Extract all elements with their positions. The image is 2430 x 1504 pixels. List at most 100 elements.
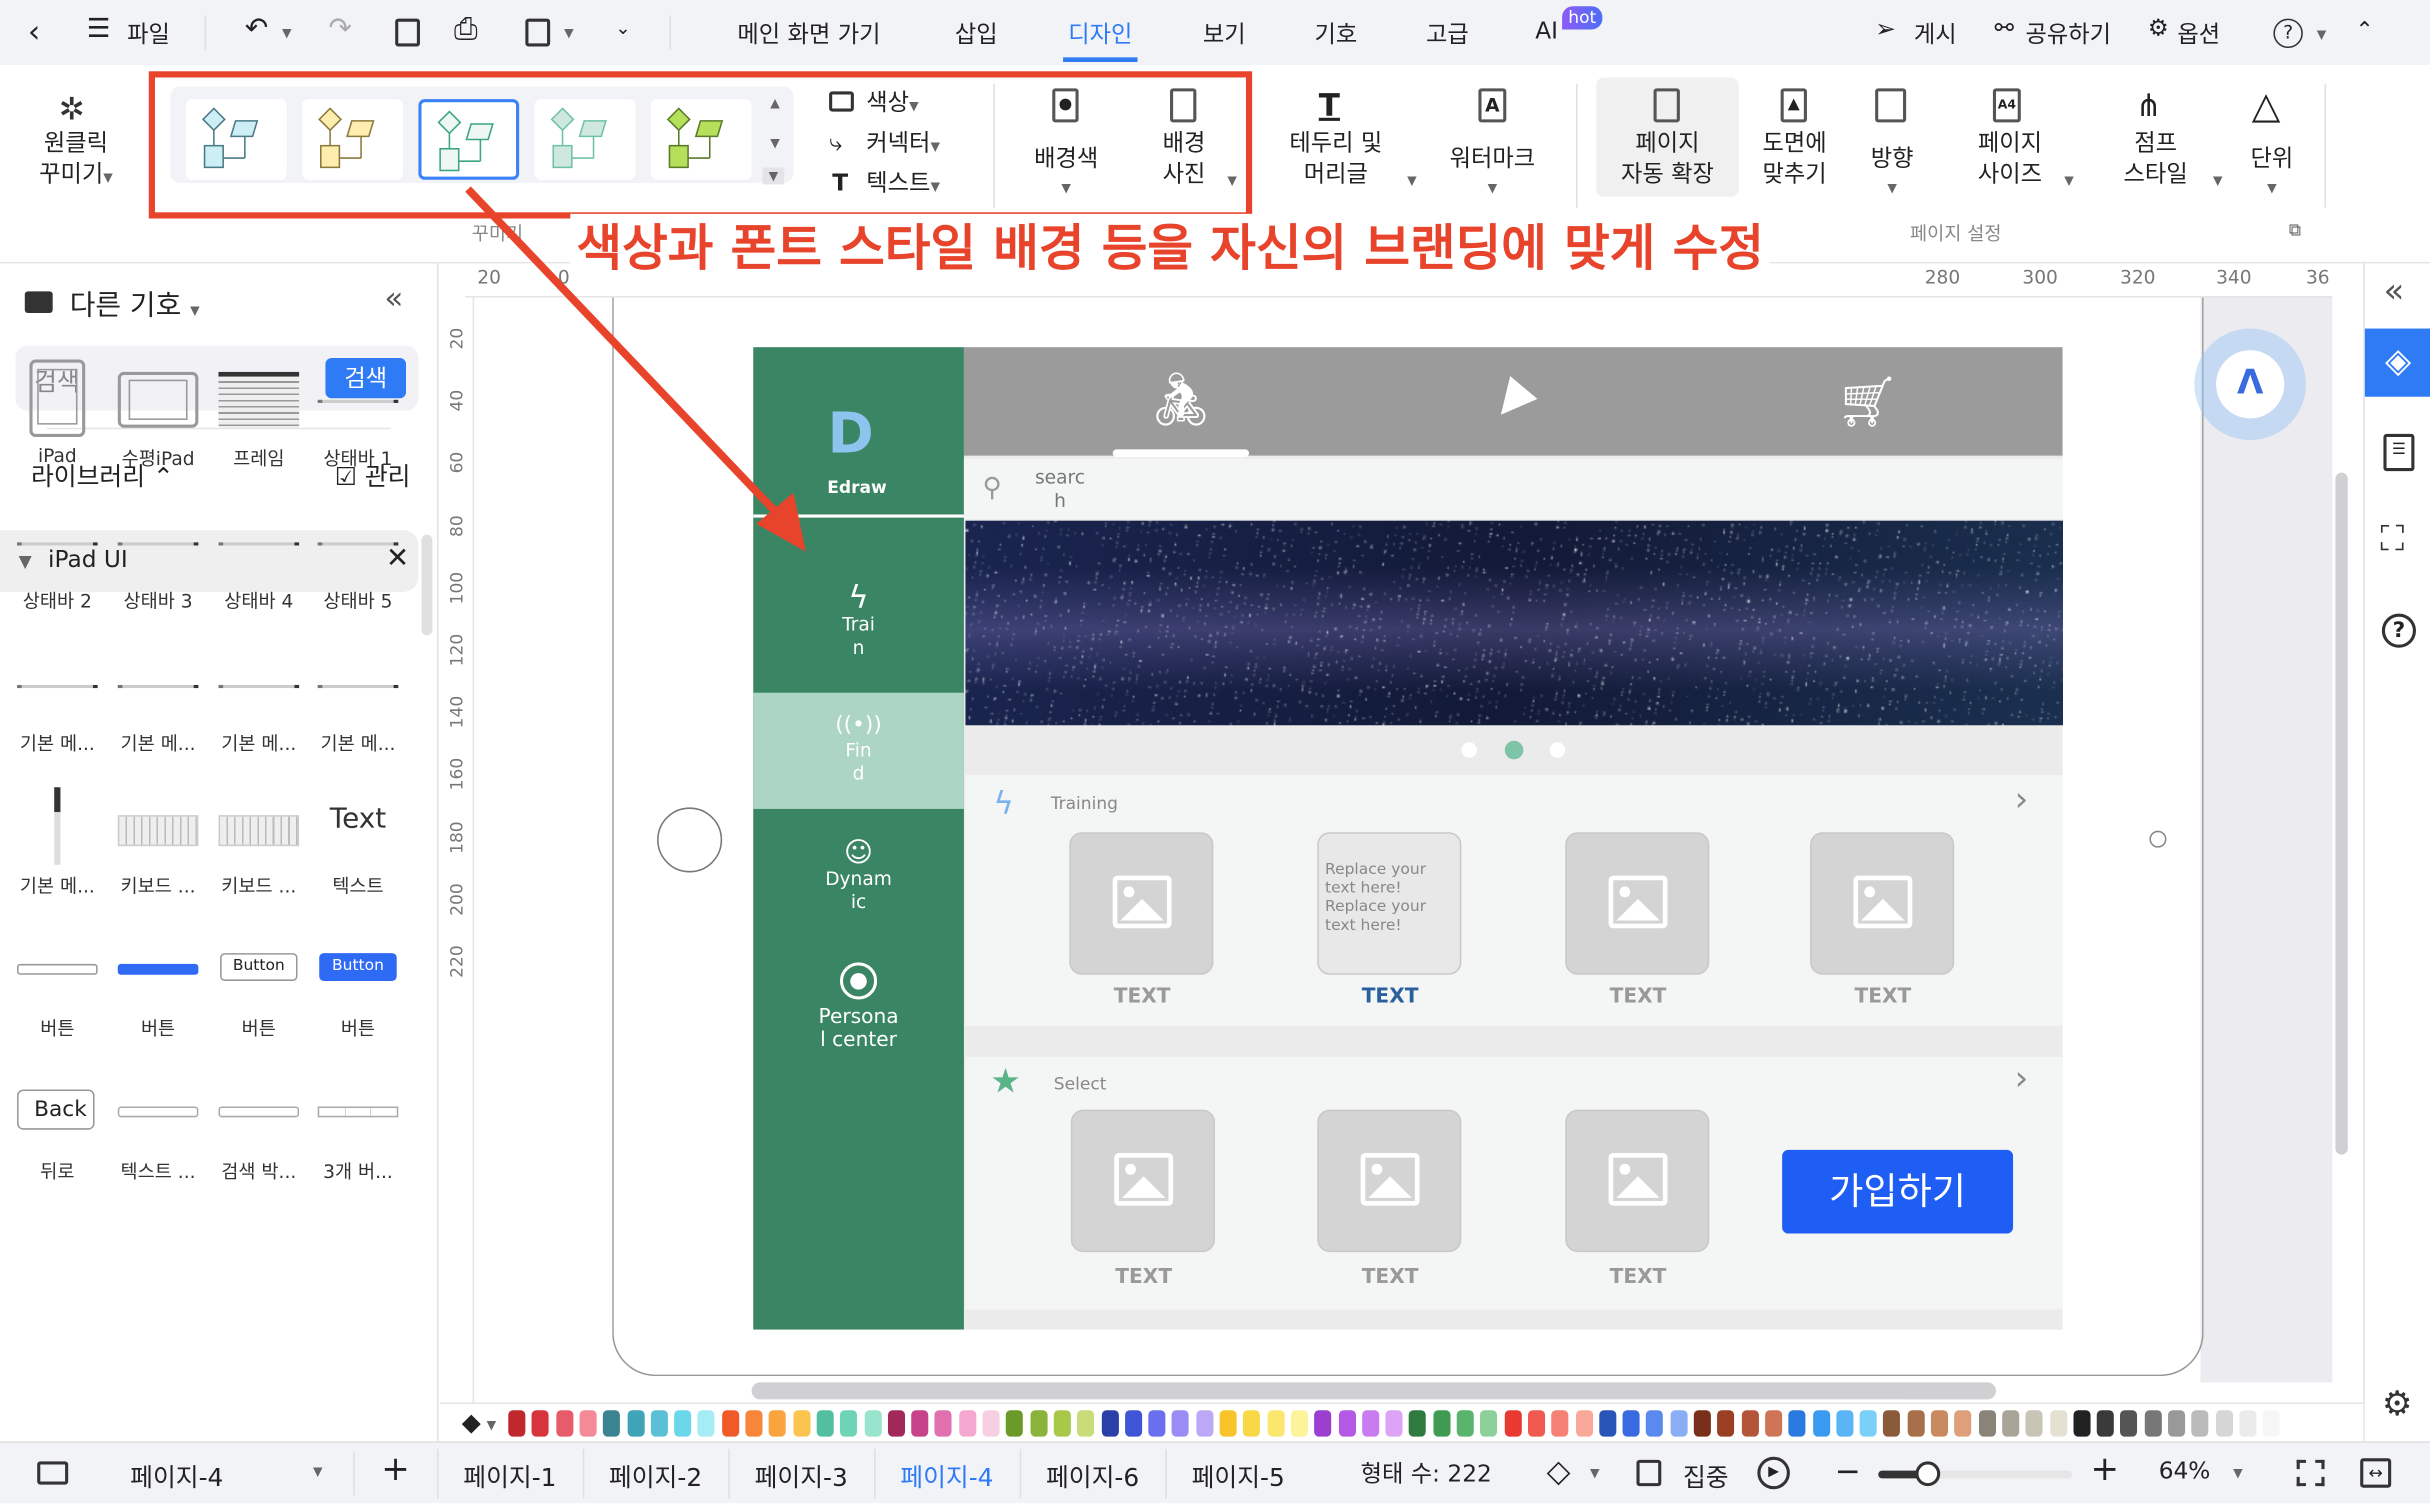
color-swatch[interactable] [1836,1410,1854,1437]
color-swatch[interactable] [697,1410,716,1437]
color-swatch[interactable] [2025,1410,2043,1437]
color-swatch[interactable] [2215,1410,2233,1437]
fit-page-icon[interactable] [2296,1459,2325,1487]
color-swatch[interactable] [1148,1410,1166,1437]
page-tab[interactable]: 페이지-1 [463,1457,556,1494]
color-swatch[interactable] [508,1410,526,1437]
color-swatch[interactable] [982,1410,1000,1437]
color-swatch[interactable] [1385,1410,1403,1437]
color-swatch[interactable] [1907,1410,1925,1437]
page-selector[interactable]: 페이지-4 [130,1457,223,1494]
color-swatch[interactable] [2191,1410,2209,1437]
fill-bucket-icon[interactable]: ◆ [462,1407,481,1436]
color-swatch[interactable] [935,1410,953,1437]
color-swatch[interactable] [1978,1410,1996,1437]
color-swatch[interactable] [2168,1410,2186,1437]
zoom-level[interactable]: 64% [2159,1457,2211,1485]
color-swatch[interactable] [887,1410,905,1437]
color-swatch[interactable] [1883,1410,1901,1437]
color-swatch[interactable] [1267,1410,1285,1437]
color-swatch[interactable] [1124,1410,1142,1437]
color-swatch[interactable] [1195,1410,1213,1437]
color-swatch[interactable] [2262,1410,2280,1437]
color-swatch[interactable] [1314,1410,1332,1437]
color-swatch[interactable] [555,1410,573,1437]
color-swatch[interactable] [1954,1410,1972,1437]
color-swatch[interactable] [745,1410,763,1437]
presentation-icon[interactable]: ⛶ [2380,521,2404,560]
color-swatch[interactable] [1859,1410,1877,1437]
color-swatch[interactable] [816,1410,834,1437]
color-swatch[interactable] [1029,1410,1047,1437]
color-swatch[interactable] [1646,1410,1664,1437]
color-swatch[interactable] [1053,1410,1071,1437]
zoom-slider-handle[interactable] [1915,1461,1941,1487]
color-swatch[interactable] [626,1410,644,1437]
zoom-out-icon[interactable]: − [1835,1452,1861,1489]
color-swatch[interactable] [1243,1410,1261,1437]
color-swatch[interactable] [721,1410,739,1437]
color-swatch[interactable] [2073,1410,2091,1437]
color-swatch[interactable] [1219,1410,1237,1437]
color-swatch[interactable] [1338,1410,1356,1437]
color-swatch[interactable] [674,1410,692,1437]
color-swatch[interactable] [2144,1410,2162,1437]
color-swatch[interactable] [1409,1410,1427,1437]
color-swatch[interactable] [1598,1410,1617,1437]
color-swatch[interactable] [1812,1410,1830,1437]
color-swatch[interactable] [911,1410,929,1437]
expand-panel-icon[interactable]: « [2383,273,2404,312]
color-swatch[interactable] [1504,1410,1522,1437]
color-swatch[interactable] [769,1410,787,1437]
play-icon[interactable]: ▶ [1757,1456,1790,1490]
fit-width-icon[interactable]: ↔ [2360,1458,2392,1488]
color-swatch[interactable] [1077,1410,1095,1437]
page-dropdown-icon[interactable]: ▼ [313,1464,323,1478]
color-swatch[interactable] [2096,1410,2114,1437]
color-swatch[interactable] [1764,1410,1782,1437]
color-swatch[interactable] [2239,1410,2257,1437]
color-swatch[interactable] [840,1410,858,1437]
focus-icon[interactable] [1636,1459,1662,1487]
layers-dropdown-icon[interactable]: ▼ [1590,1466,1600,1480]
color-swatch[interactable] [532,1410,550,1437]
color-swatch[interactable] [2002,1410,2020,1437]
page-list-icon[interactable]: ☰ [2383,433,2415,472]
color-swatch[interactable] [1551,1410,1569,1437]
color-swatch[interactable] [1788,1410,1806,1437]
fill-dropdown-icon[interactable]: ▼ [487,1418,497,1432]
color-swatch[interactable] [2120,1410,2138,1437]
color-swatch[interactable] [1456,1410,1474,1437]
color-swatch[interactable] [1172,1410,1190,1437]
color-swatch[interactable] [1006,1410,1024,1437]
color-swatch[interactable] [1693,1410,1711,1437]
color-swatch[interactable] [1527,1410,1545,1437]
focus-mode-button[interactable]: 집중 [1683,1457,1729,1494]
color-swatch[interactable] [1290,1410,1308,1437]
color-swatch[interactable] [863,1410,882,1437]
color-swatch[interactable] [1480,1410,1498,1437]
page-tab[interactable]: 페이지-5 [1192,1457,1285,1494]
color-swatch[interactable] [579,1410,597,1437]
color-swatch[interactable] [1575,1410,1593,1437]
layers-icon[interactable]: ◇ [1547,1452,1571,1489]
color-swatch[interactable] [1670,1410,1688,1437]
settings-icon[interactable]: ⚙ [2382,1385,2413,1424]
zoom-slider[interactable] [1878,1461,2072,1487]
zoom-in-icon[interactable]: + [2091,1451,2120,1490]
zoom-dropdown-icon[interactable]: ▼ [2233,1466,2243,1480]
help-icon[interactable]: ? [2381,613,2416,648]
page-tab[interactable]: 페이지-6 [1046,1457,1139,1494]
color-swatch[interactable] [2049,1410,2067,1437]
sidebar-toggle-icon[interactable] [37,1461,69,1485]
color-swatch[interactable] [792,1410,810,1437]
color-swatch[interactable] [1622,1410,1640,1437]
color-swatch[interactable] [1361,1410,1379,1437]
color-swatch[interactable] [958,1410,976,1437]
color-swatch[interactable] [1432,1410,1451,1437]
add-page-icon[interactable]: + [381,1451,410,1490]
color-swatch[interactable] [650,1410,668,1437]
color-swatch[interactable] [1717,1410,1735,1437]
color-swatch[interactable] [1930,1410,1948,1437]
page-tab[interactable]: 페이지-2 [609,1457,702,1494]
